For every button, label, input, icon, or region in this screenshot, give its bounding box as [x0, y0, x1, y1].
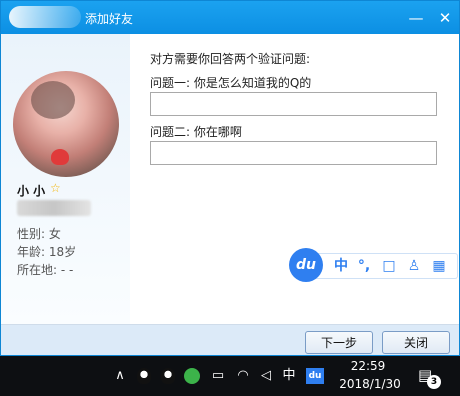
nickname: 小 小 [17, 184, 46, 198]
ime-cup-icon[interactable]: □ [379, 257, 399, 275]
taskbar: ∧ ▭ ◠ ◁ 中 du 22:59 2018/1/30 ▤ 3 [0, 356, 460, 396]
ime-chinese-mode-toggle[interactable]: 中 [331, 257, 351, 275]
next-button[interactable]: 下一步 [305, 331, 373, 354]
volume-icon[interactable]: ◁ [257, 368, 275, 384]
baidu-ime-tray-icon[interactable]: du [306, 368, 324, 384]
close-window-button[interactable]: ✕ [435, 8, 455, 28]
age-info: 年龄: 18岁 [17, 245, 77, 259]
answer-1-input[interactable] [150, 92, 437, 116]
notification-count-badge: 3 [427, 375, 441, 389]
ime-grid-icon[interactable]: ▦ [429, 257, 449, 275]
dialog-footer: 下一步 关闭 [1, 324, 459, 355]
avatar-hair [31, 81, 75, 119]
ime-user-icon[interactable]: ♙ [404, 257, 424, 275]
ime-toolbar-bar: 中 °, □ ♙ ▦ [309, 253, 458, 279]
wifi-icon[interactable]: ◠ [234, 368, 252, 384]
minimize-button[interactable]: — [406, 8, 426, 28]
profile-sidebar: 小 小 ☆ 性别: 女 年龄: 18岁 所在地: - - [1, 34, 130, 324]
ime-toolbar[interactable]: 中 °, □ ♙ ▦ du [289, 248, 459, 282]
qq-tray-icon[interactable] [137, 368, 151, 384]
add-friend-window: 添加好友 — ✕ 小 小 ☆ 性别: 女 年龄: 18岁 所在地: - - 对方… [0, 0, 460, 356]
avatar [13, 71, 119, 177]
star-icon: ☆ [50, 181, 61, 195]
qq-tray-icon-2[interactable] [161, 368, 175, 384]
window-title: 添加好友 [85, 12, 134, 26]
battery-icon[interactable]: ▭ [209, 368, 227, 384]
question-2-label: 问题二: 你在哪啊 [150, 125, 242, 139]
answer-2-input[interactable] [150, 141, 437, 165]
chevron-up-icon[interactable]: ∧ [111, 368, 129, 384]
clock-date[interactable]: 2018/1/30 [338, 377, 402, 391]
gender-info: 性别: 女 [17, 227, 61, 241]
blurred-account-number [17, 200, 91, 216]
question-1-label: 问题一: 你是怎么知道我的Q的 [150, 76, 312, 90]
input-indicator[interactable]: 中 [280, 368, 298, 384]
verification-prompt: 对方需要你回答两个验证问题: [150, 52, 311, 66]
heart-icon [51, 149, 69, 165]
baidu-ime-logo[interactable]: du [289, 248, 323, 282]
blurred-app-logo [9, 6, 81, 28]
green-app-icon[interactable] [184, 368, 200, 384]
location-info: 所在地: - - [17, 263, 74, 277]
clock-time[interactable]: 22:59 [338, 359, 398, 373]
close-button[interactable]: 关闭 [382, 331, 450, 354]
ime-punctuation-toggle[interactable]: °, [354, 257, 374, 275]
title-bar[interactable]: 添加好友 — ✕ [1, 1, 459, 34]
